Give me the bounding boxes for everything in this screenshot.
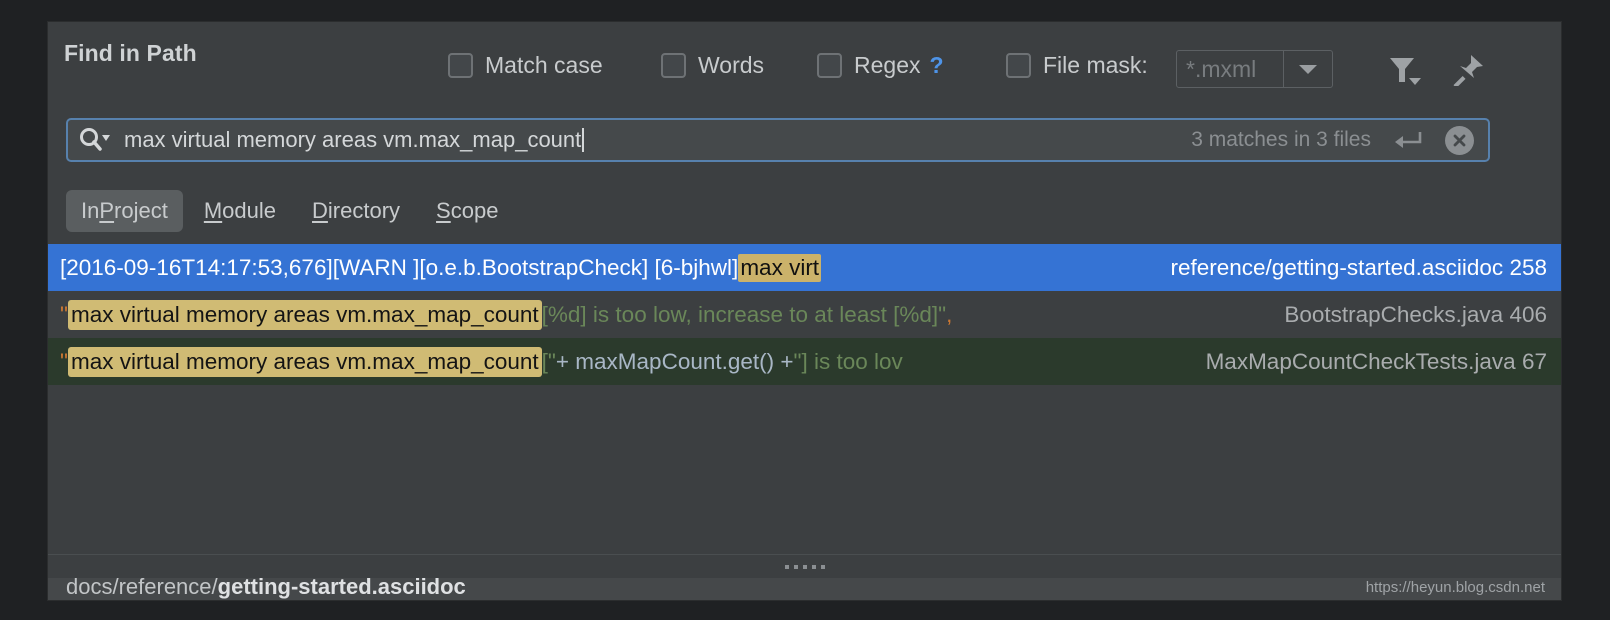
pin-icon[interactable] bbox=[1452, 54, 1484, 86]
tab-in-project-pre: In bbox=[81, 198, 100, 223]
option-match-case[interactable]: Match case bbox=[448, 50, 603, 80]
watermark: https://heyun.blog.csdn.net bbox=[1365, 579, 1545, 596]
tab-scope-mnemonic: S bbox=[436, 198, 451, 223]
search-input[interactable]: max virtual memory areas vm.max_map_coun… bbox=[124, 127, 581, 152]
text-cursor bbox=[582, 128, 585, 152]
search-icon[interactable] bbox=[77, 126, 111, 154]
tab-module-post: odule bbox=[222, 198, 277, 223]
results-list[interactable]: [2016-09-16T14:17:53,676][WARN ][o.e.b.B… bbox=[48, 244, 1561, 554]
tab-module-mnemonic: M bbox=[203, 198, 223, 223]
words-checkbox[interactable] bbox=[661, 52, 686, 78]
splitter-dot bbox=[820, 565, 825, 569]
result-3-quote: " bbox=[60, 348, 68, 374]
file-mask-combobox[interactable]: *.mxml bbox=[1176, 50, 1333, 88]
option-words[interactable]: Words bbox=[661, 50, 764, 80]
splitter-dot bbox=[802, 565, 807, 569]
result-1-prefix: [2016-09-16T14:17:53,676][WARN ][o.e.b.B… bbox=[60, 254, 643, 280]
result-1-location: reference/getting-started.asciidoc 258 bbox=[1171, 255, 1562, 281]
chevron-down-icon bbox=[1299, 64, 1317, 74]
splitter-dot bbox=[793, 565, 798, 569]
result-1-file: reference/getting-started.asciidoc bbox=[1170, 254, 1504, 280]
result-3-location: MaxMapCountCheckTests.java 67 bbox=[1206, 349, 1561, 375]
tab-in-project-post: roject bbox=[114, 198, 168, 223]
search-field-right: 3 matches in 3 files bbox=[1191, 125, 1488, 155]
result-3-tail-a: [" bbox=[541, 348, 556, 374]
regex-label: Regex bbox=[854, 51, 921, 78]
breadcrumb-prefix: docs/reference/ bbox=[66, 574, 218, 599]
match-case-label: Match case bbox=[485, 51, 603, 78]
option-file-mask[interactable]: File mask: bbox=[1006, 50, 1148, 80]
tab-directory[interactable]: Directory bbox=[297, 190, 415, 232]
header-tool-icons bbox=[1388, 54, 1484, 86]
file-mask-checkbox[interactable] bbox=[1006, 52, 1031, 78]
dialog-footer: docs/reference/getting-started.asciidoc … bbox=[48, 574, 1561, 600]
match-count-status: 3 matches in 3 files bbox=[1191, 128, 1371, 151]
match-case-checkbox[interactable] bbox=[448, 52, 473, 78]
result-2-location: BootstrapChecks.java 406 bbox=[1284, 302, 1561, 328]
result-2-line: 406 bbox=[1509, 301, 1547, 327]
result-1-match-highlight: max virt bbox=[738, 253, 822, 282]
table-row[interactable]: " max virtual memory areas vm.max_map_cou… bbox=[48, 291, 1561, 338]
tab-scope[interactable]: Scope bbox=[421, 190, 513, 232]
result-preview-1: [2016-09-16T14:17:53,676][WARN ][o.e.b.B… bbox=[48, 253, 1171, 282]
result-3-tail-b: "] is too lov bbox=[793, 348, 903, 374]
regex-help-icon[interactable]: ? bbox=[929, 52, 943, 79]
result-preview-2: " max virtual memory areas vm.max_map_cou… bbox=[48, 299, 1284, 330]
result-1-middle: ] [6-bjhwl] bbox=[642, 254, 739, 280]
breadcrumb-file: getting-started.asciidoc bbox=[217, 574, 466, 599]
result-preview-3: " max virtual memory areas vm.max_map_cou… bbox=[48, 346, 1206, 377]
result-2-tail-punct: , bbox=[946, 301, 953, 327]
tab-directory-post: irectory bbox=[327, 198, 401, 223]
splitter-dot bbox=[784, 565, 789, 569]
tab-scope-post: cope bbox=[450, 198, 499, 223]
option-regex[interactable]: Regex ? bbox=[817, 50, 944, 80]
scope-tabs: In Project Module Directory Scope bbox=[66, 190, 513, 232]
find-in-path-dialog: Find in Path Match case Words Regex ? Fi… bbox=[48, 22, 1561, 600]
screen-root: Find in Path Match case Words Regex ? Fi… bbox=[0, 0, 1610, 620]
tab-in-project-mnemonic: P bbox=[99, 198, 115, 223]
splitter-dot bbox=[811, 565, 816, 569]
result-1-line: 258 bbox=[1509, 254, 1547, 280]
tab-directory-mnemonic: D bbox=[312, 198, 328, 223]
enter-arrow-icon bbox=[1393, 129, 1423, 151]
search-field[interactable]: max virtual memory areas vm.max_map_coun… bbox=[66, 118, 1490, 162]
page-title: Find in Path bbox=[64, 40, 197, 66]
file-mask-input[interactable]: *.mxml bbox=[1177, 51, 1283, 87]
filter-icon[interactable] bbox=[1388, 54, 1422, 86]
breadcrumb: docs/reference/getting-started.asciidoc bbox=[66, 574, 466, 600]
result-3-match-highlight: max virtual memory areas vm.max_map_coun… bbox=[68, 346, 542, 377]
result-2-match-highlight: max virtual memory areas vm.max_map_coun… bbox=[68, 299, 542, 330]
tab-in-project[interactable]: In Project bbox=[66, 190, 183, 232]
search-input-value-wrap[interactable]: max virtual memory areas vm.max_map_coun… bbox=[124, 127, 585, 153]
dialog-header: Find in Path Match case Words Regex ? Fi… bbox=[48, 22, 1561, 94]
file-mask-label: File mask: bbox=[1043, 51, 1148, 78]
result-3-file: MaxMapCountCheckTests.java bbox=[1205, 348, 1516, 374]
table-row[interactable]: " max virtual memory areas vm.max_map_cou… bbox=[48, 338, 1561, 385]
result-2-quote: " bbox=[60, 301, 68, 327]
clear-search-button[interactable] bbox=[1445, 125, 1474, 155]
regex-checkbox[interactable] bbox=[817, 52, 842, 78]
file-mask-dropdown-button[interactable] bbox=[1283, 51, 1332, 87]
tab-module[interactable]: Module bbox=[189, 190, 291, 232]
table-row[interactable]: [2016-09-16T14:17:53,676][WARN ][o.e.b.B… bbox=[48, 244, 1561, 291]
result-3-line: 67 bbox=[1521, 348, 1547, 374]
result-2-file: BootstrapChecks.java bbox=[1284, 301, 1504, 327]
result-3-tail-code: + maxMapCount.get() + bbox=[555, 348, 794, 374]
words-label: Words bbox=[698, 51, 765, 78]
result-2-tail: [%d] is too low, increase to at least [%… bbox=[541, 301, 947, 327]
